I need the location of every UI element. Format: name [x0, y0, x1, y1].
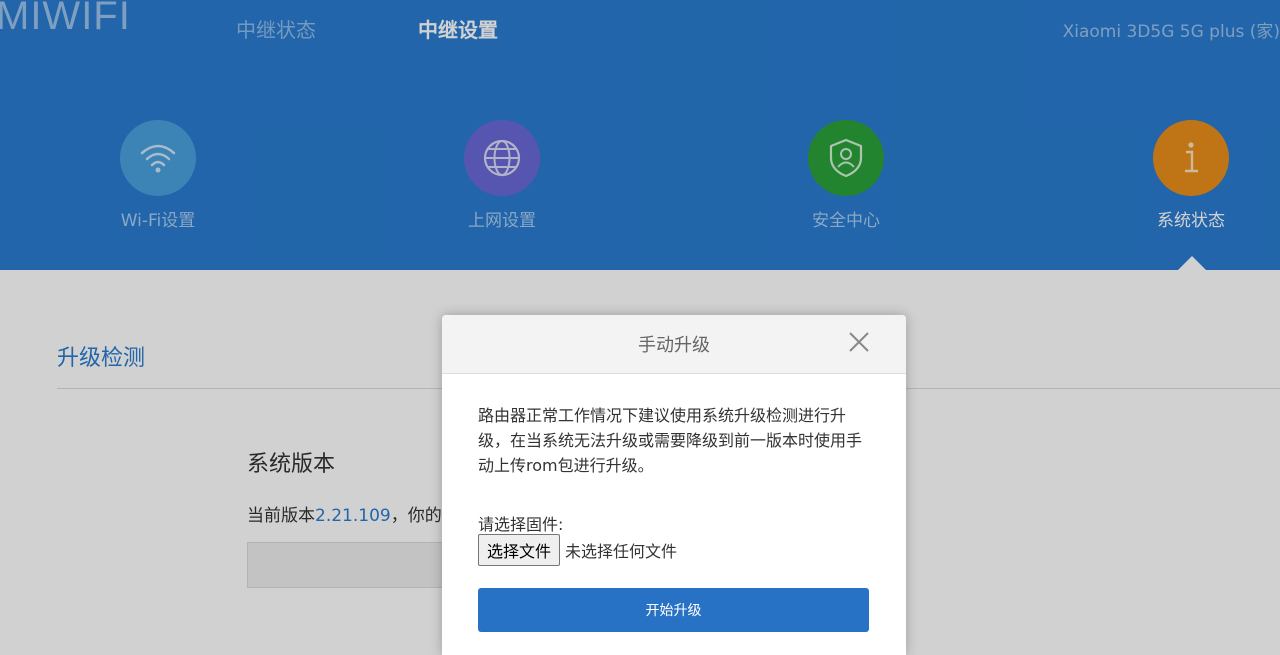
- dialog-description: 路由器正常工作情况下建议使用系统升级检测进行升级，在当系统无法升级或需要降级到前…: [478, 406, 863, 475]
- choose-file-button[interactable]: 选择文件: [478, 534, 561, 566]
- close-icon[interactable]: [848, 331, 870, 353]
- file-picker: 选择文件 未选择任何文件: [478, 534, 677, 566]
- file-status-text: 未选择任何文件: [565, 542, 678, 561]
- manual-upgrade-dialog: 手动升级 路由器正常工作情况下建议使用系统升级检测进行升级，在当系统无法升级或需…: [442, 315, 906, 655]
- start-upgrade-button[interactable]: 开始升级: [478, 588, 869, 632]
- firmware-label: 请选择固件:: [478, 515, 564, 534]
- dialog-header: 手动升级: [442, 315, 906, 374]
- dialog-title: 手动升级: [638, 335, 710, 356]
